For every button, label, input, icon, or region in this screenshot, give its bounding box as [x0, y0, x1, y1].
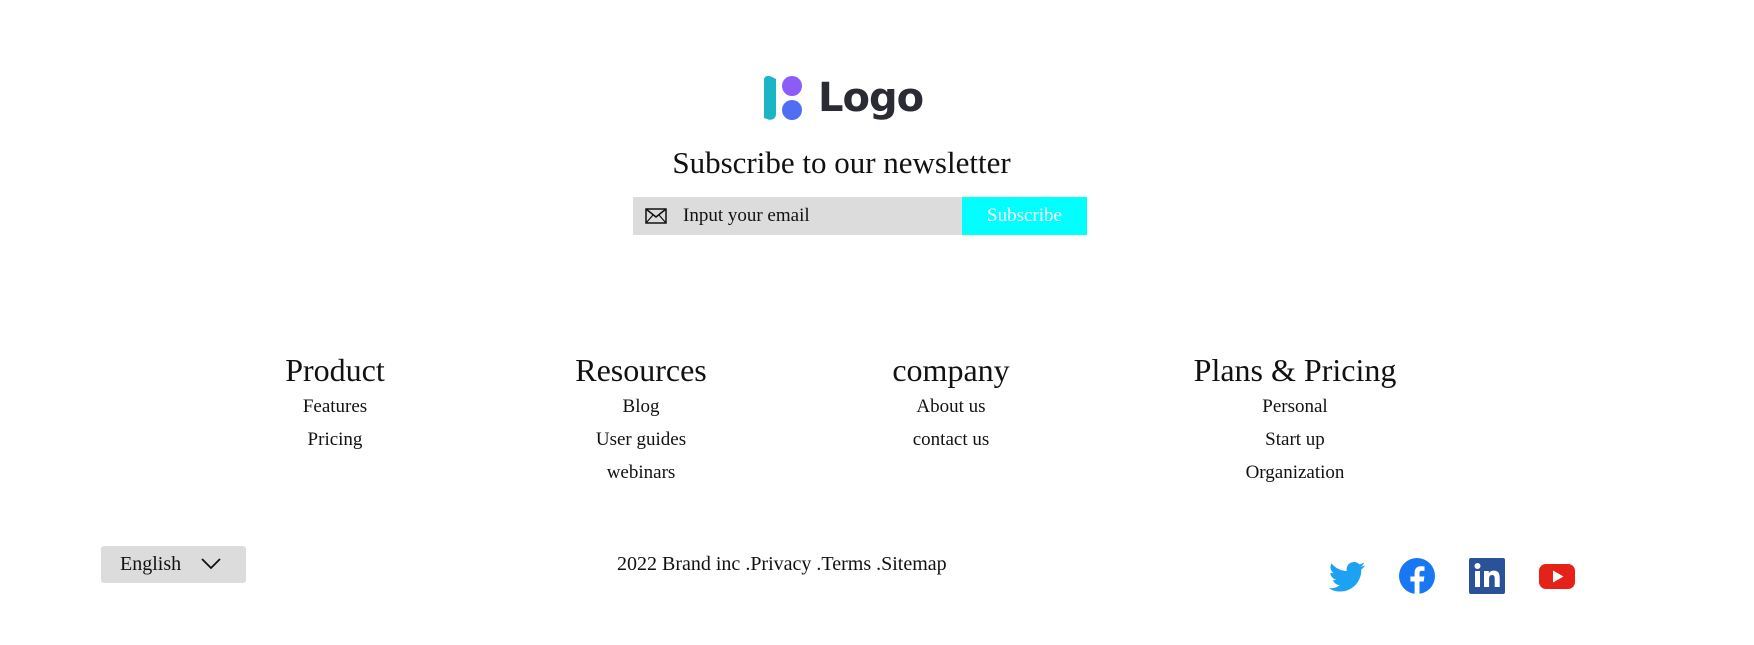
footer-column-product: Product Features Pricing: [205, 350, 465, 456]
footer-column-plans-pricing: Plans & Pricing Personal Start up Organi…: [1165, 350, 1425, 489]
column-title: Resources: [575, 352, 707, 388]
copyright-text: 2022 Brand inc: [617, 553, 741, 575]
footer-link-start-up[interactable]: Start up: [1265, 429, 1325, 450]
column-title: Product: [285, 352, 385, 388]
sitemap-link[interactable]: .Sitemap: [876, 553, 947, 575]
footer-link-contact-us[interactable]: contact us: [913, 429, 990, 450]
legal-links: 2022 Brand inc .Privacy .Terms .Sitemap: [617, 551, 947, 577]
footer-link-blog[interactable]: Blog: [623, 396, 660, 417]
column-title: Plans & Pricing: [1193, 352, 1397, 388]
newsletter-form: Subscribe: [633, 197, 1087, 235]
brand-logo[interactable]: Logo: [760, 74, 924, 122]
footer-link-organization[interactable]: Organization: [1246, 462, 1345, 483]
linkedin-link[interactable]: [1467, 556, 1507, 596]
chevron-down-icon: [201, 558, 221, 570]
footer-page: Logo Subscribe to our newsletter Subscri…: [0, 0, 1754, 645]
footer-link-webinars[interactable]: webinars: [607, 462, 676, 483]
subscribe-button[interactable]: Subscribe: [962, 197, 1087, 235]
email-field-wrapper: [633, 197, 962, 235]
twitter-link[interactable]: [1327, 556, 1367, 596]
email-input[interactable]: [683, 205, 953, 227]
newsletter-title: Subscribe to our newsletter: [672, 145, 1011, 180]
social-links: [1327, 556, 1577, 596]
facebook-icon: [1399, 558, 1435, 594]
linkedin-icon: [1469, 558, 1505, 594]
footer-column-company: company About us contact us: [821, 350, 1081, 456]
footer-column-resources: Resources Blog User guides webinars: [511, 350, 771, 489]
language-label: English: [120, 553, 182, 575]
footer-link-personal[interactable]: Personal: [1262, 396, 1327, 417]
mail-icon: [645, 208, 667, 224]
footer-link-features[interactable]: Features: [303, 396, 367, 417]
footer-link-pricing[interactable]: Pricing: [308, 429, 363, 450]
privacy-link[interactable]: .Privacy: [745, 553, 811, 575]
logo-text: Logo: [818, 75, 924, 121]
logo-mark-icon: [764, 76, 802, 120]
language-select[interactable]: English: [101, 546, 246, 583]
twitter-icon: [1328, 562, 1365, 592]
footer-link-user-guides[interactable]: User guides: [596, 429, 686, 450]
youtube-link[interactable]: [1537, 556, 1577, 596]
terms-link[interactable]: .Terms: [816, 553, 871, 575]
youtube-icon: [1539, 564, 1575, 589]
facebook-link[interactable]: [1397, 556, 1437, 596]
footer-link-about-us[interactable]: About us: [916, 396, 985, 417]
column-title: company: [892, 352, 1010, 388]
